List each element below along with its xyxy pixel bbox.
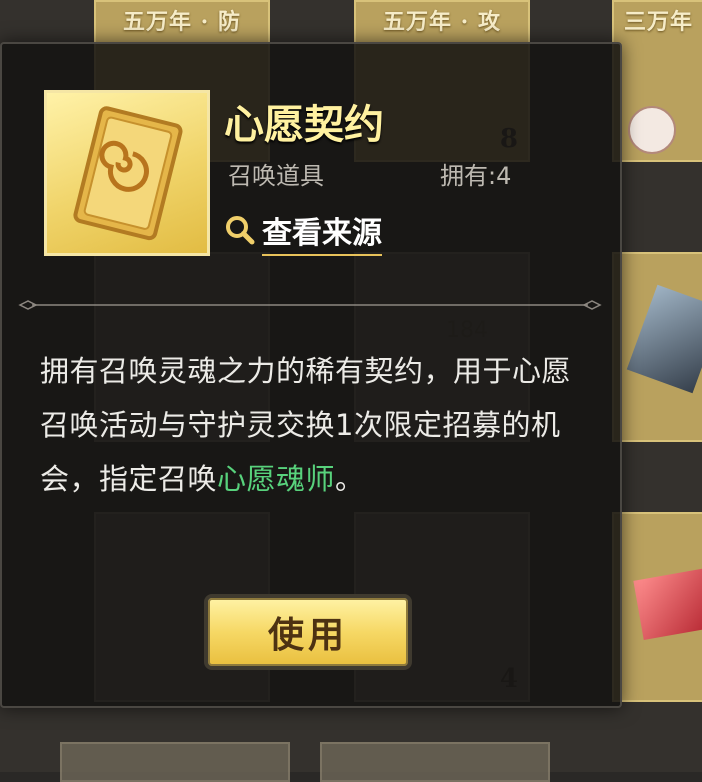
item-owned-count: 拥有:4 — [440, 162, 512, 190]
view-source-label: 查看来源 — [262, 208, 382, 256]
inventory-slot[interactable] — [320, 742, 550, 782]
description-highlight: 心愿魂师 — [217, 462, 336, 496]
use-button-label: 使用 — [267, 614, 348, 656]
crystal-icon — [626, 284, 702, 394]
item-name: 心愿契约 — [224, 101, 384, 148]
description-end: 。 — [335, 462, 365, 496]
view-source-link[interactable]: 查看来源 — [224, 208, 382, 256]
item-type: 召唤道具 — [228, 162, 324, 190]
item-detail-popup: 心愿契约 召唤道具 拥有:4 查看来源 拥有召唤灵魂之力的稀有契约，用于心愿召唤… — [0, 42, 622, 708]
rabbit-icon — [628, 106, 676, 154]
slot-tag: 五万年 · 防 — [123, 9, 241, 35]
item-description: 拥有召唤灵魂之力的稀有契约，用于心愿召唤活动与守护灵交换1次限定招募的机会，指定… — [40, 344, 585, 506]
divider — [18, 300, 602, 310]
use-button[interactable]: 使用 — [204, 594, 412, 670]
inventory-slot[interactable] — [60, 742, 290, 782]
inventory-slot[interactable]: 三万年 — [612, 0, 702, 162]
slot-tag: 三万年 — [624, 9, 694, 35]
inventory-slot[interactable] — [612, 512, 702, 702]
contract-card-icon — [44, 90, 210, 256]
magnifier-icon — [224, 214, 256, 250]
inventory-slot[interactable] — [612, 252, 702, 442]
slot-tag: 五万年 · 攻 — [383, 9, 501, 35]
ruby-icon — [633, 568, 702, 640]
